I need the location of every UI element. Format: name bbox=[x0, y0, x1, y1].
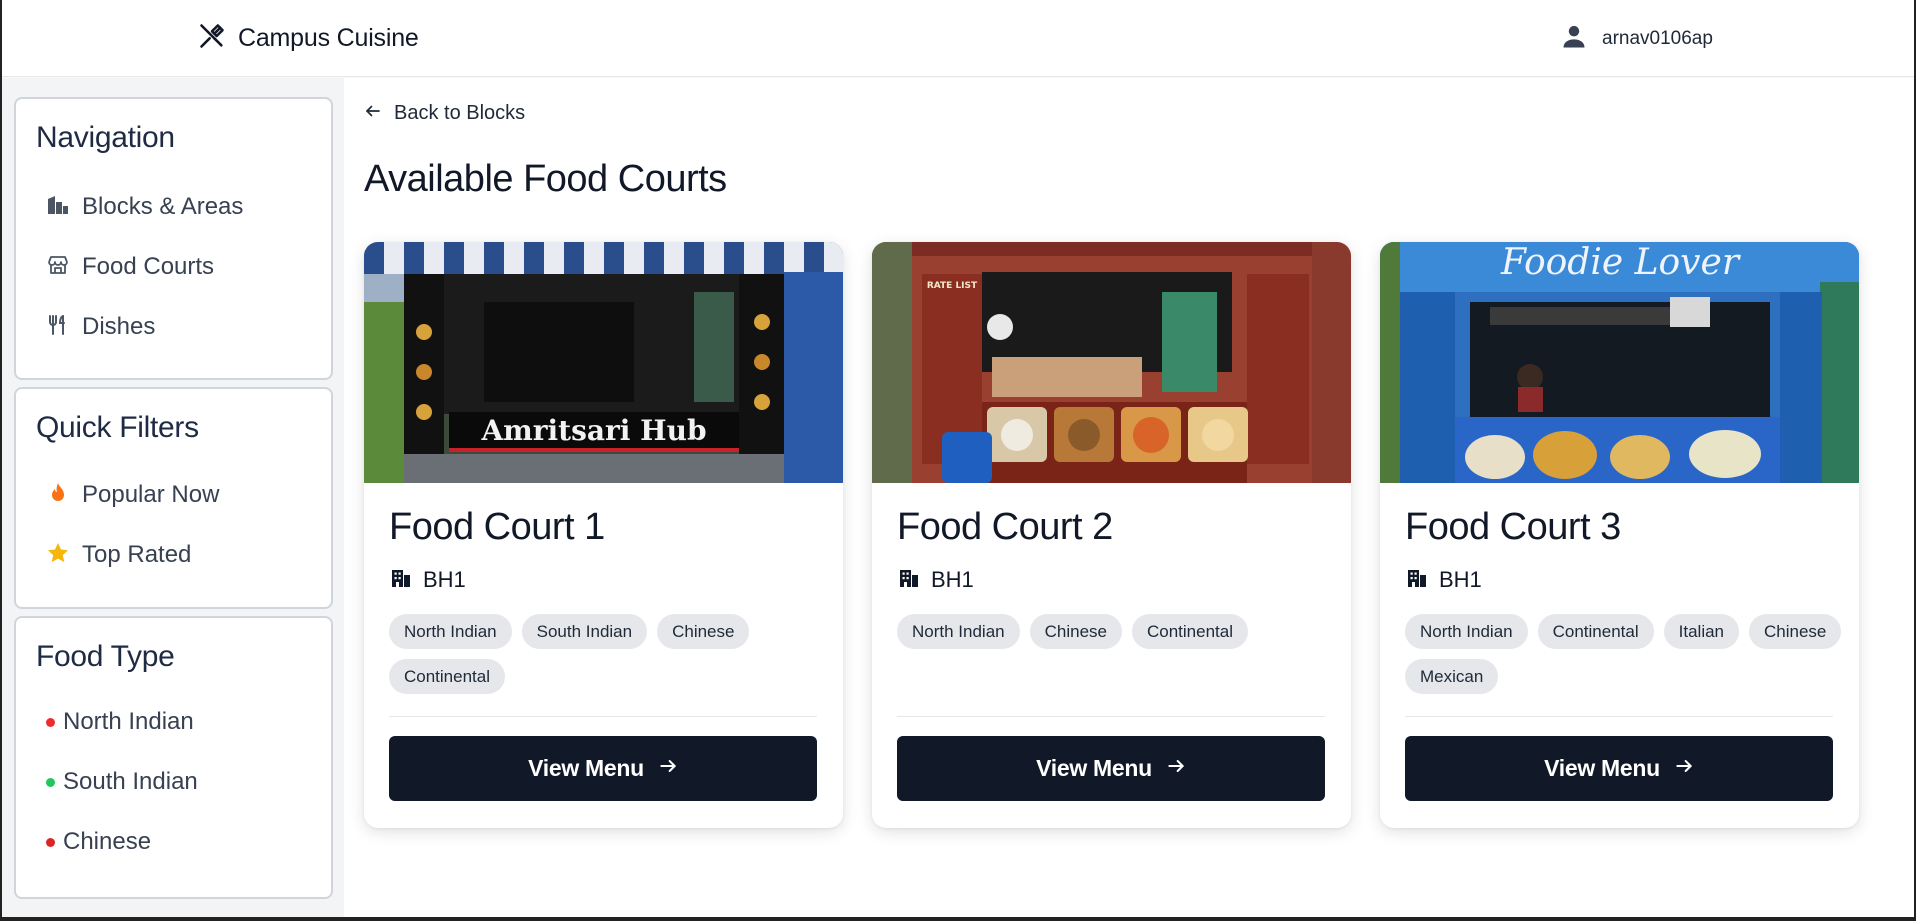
view-menu-label: View Menu bbox=[1544, 755, 1660, 781]
quick-filters-panel: Quick Filters Popular Now Top Rated bbox=[14, 387, 333, 609]
sidebar-item-label: Dishes bbox=[82, 313, 156, 340]
navigation-panel: Navigation Blocks & Areas Food Courts Di… bbox=[14, 97, 333, 380]
store-icon bbox=[46, 253, 70, 282]
block-label: BH1 bbox=[931, 567, 974, 592]
flame-icon bbox=[46, 481, 70, 510]
cuisine-tag: North Indian bbox=[897, 614, 1020, 649]
view-menu-label: View Menu bbox=[1036, 755, 1152, 781]
food-court-title: Food Court 2 bbox=[897, 506, 1113, 548]
south-indian-dot-icon bbox=[46, 777, 55, 787]
food-type-label: Chinese bbox=[63, 828, 152, 855]
sidebar-item-label: Blocks & Areas bbox=[82, 193, 244, 220]
building-icon bbox=[897, 566, 921, 595]
food-type-south-indian[interactable]: South Indian bbox=[46, 764, 198, 800]
cuisine-tag: Continental bbox=[389, 659, 506, 694]
food-court-block: BH1 bbox=[389, 566, 466, 594]
food-court-card[interactable]: Foodie Lover Food Court 3 BH1 North Indi… bbox=[1380, 242, 1859, 828]
utensils-crossed-icon bbox=[198, 22, 226, 55]
quick-filters-title: Quick Filters bbox=[36, 411, 199, 444]
arrow-right-icon bbox=[1166, 756, 1186, 781]
filter-label: Popular Now bbox=[82, 481, 220, 508]
cuisine-tag: Chinese bbox=[1749, 614, 1842, 649]
user-icon bbox=[1560, 23, 1588, 56]
sidebar-item-food-courts[interactable]: Food Courts bbox=[46, 249, 214, 285]
shop-sign-text: Foodie Lover bbox=[1500, 242, 1741, 283]
cuisine-tag: Chinese bbox=[1029, 614, 1122, 649]
cuisine-tag: Italian bbox=[1663, 614, 1740, 649]
filter-label: Top Rated bbox=[82, 541, 192, 568]
card-divider bbox=[1405, 716, 1833, 717]
cuisine-tags: North Indian Continental Italian Chinese… bbox=[1405, 614, 1845, 694]
view-menu-button[interactable]: View Menu bbox=[897, 736, 1325, 801]
filter-popular-now[interactable]: Popular Now bbox=[46, 477, 219, 513]
food-type-label: North Indian bbox=[63, 708, 194, 735]
sidebar-item-blocks-areas[interactable]: Blocks & Areas bbox=[46, 189, 243, 225]
cuisine-tag: North Indian bbox=[389, 614, 512, 649]
food-court-title: Food Court 1 bbox=[389, 506, 605, 548]
food-court-photo: Foodie Lover bbox=[1380, 242, 1859, 483]
food-court-block: BH1 bbox=[897, 566, 974, 594]
food-type-north-indian[interactable]: North Indian bbox=[46, 704, 194, 740]
cuisine-tag: Chinese bbox=[657, 614, 750, 649]
username: arnav0106ap bbox=[1602, 28, 1713, 49]
buildings-icon bbox=[46, 193, 70, 222]
brand[interactable]: Campus Cuisine bbox=[198, 22, 419, 54]
view-menu-label: View Menu bbox=[528, 755, 644, 781]
cuisine-tag: Mexican bbox=[1405, 659, 1499, 694]
north-indian-dot-icon bbox=[46, 717, 55, 727]
cuisine-tag: North Indian bbox=[1405, 614, 1528, 649]
cuisine-tag: Continental bbox=[1537, 614, 1654, 649]
top-header: Campus Cuisine arnav0106ap bbox=[2, 0, 1914, 77]
user-menu[interactable]: arnav0106ap bbox=[1560, 24, 1713, 54]
food-court-card[interactable]: Amritsari Hub Food Court 1 BH1 North Ind… bbox=[364, 242, 843, 828]
food-court-title: Food Court 3 bbox=[1405, 506, 1621, 548]
cuisine-tag: Continental bbox=[1132, 614, 1249, 649]
cuisine-tags: North Indian Chinese Continental bbox=[897, 614, 1337, 649]
food-court-block: BH1 bbox=[1405, 566, 1482, 594]
chinese-dot-icon bbox=[46, 837, 55, 847]
sidebar-item-dishes[interactable]: Dishes bbox=[46, 309, 155, 345]
food-court-card[interactable]: RATE LIST Food Court 2 BH1 North Indian … bbox=[872, 242, 1351, 828]
shop-sign-text: Amritsari Hub bbox=[480, 414, 706, 447]
sidebar-item-label: Food Courts bbox=[82, 253, 215, 280]
utensils-icon bbox=[46, 313, 70, 342]
arrow-left-icon bbox=[364, 102, 382, 125]
rate-list-text: RATE LIST bbox=[927, 281, 978, 291]
food-court-photo: RATE LIST bbox=[872, 242, 1351, 483]
food-type-title: Food Type bbox=[36, 640, 175, 673]
card-divider bbox=[897, 716, 1325, 717]
cuisine-tags: North Indian South Indian Chinese Contin… bbox=[389, 614, 829, 694]
food-type-panel: Food Type North Indian South Indian Chin… bbox=[14, 616, 333, 899]
back-label: Back to Blocks bbox=[394, 101, 526, 124]
main-content: Back to Blocks Available Food Courts Amr… bbox=[344, 78, 1914, 917]
brand-title: Campus Cuisine bbox=[238, 23, 419, 52]
food-type-label: South Indian bbox=[63, 768, 198, 795]
food-type-chinese[interactable]: Chinese bbox=[46, 824, 151, 860]
star-icon bbox=[46, 541, 70, 570]
page-title: Available Food Courts bbox=[364, 158, 727, 200]
back-to-blocks-link[interactable]: Back to Blocks bbox=[364, 98, 525, 128]
building-icon bbox=[1405, 566, 1429, 595]
food-court-photo: Amritsari Hub bbox=[364, 242, 843, 483]
sidebar: Navigation Blocks & Areas Food Courts Di… bbox=[2, 78, 344, 917]
navigation-title: Navigation bbox=[36, 121, 175, 154]
app-window: Campus Cuisine arnav0106ap Navigation Bl… bbox=[2, 0, 1914, 917]
card-divider bbox=[389, 716, 817, 717]
cuisine-tag: South Indian bbox=[521, 614, 648, 649]
view-menu-button[interactable]: View Menu bbox=[389, 736, 817, 801]
view-menu-button[interactable]: View Menu bbox=[1405, 736, 1833, 801]
arrow-right-icon bbox=[1674, 756, 1694, 781]
arrow-right-icon bbox=[658, 756, 678, 781]
block-label: BH1 bbox=[1439, 567, 1482, 592]
building-icon bbox=[389, 566, 413, 595]
block-label: BH1 bbox=[423, 567, 466, 592]
filter-top-rated[interactable]: Top Rated bbox=[46, 537, 191, 573]
